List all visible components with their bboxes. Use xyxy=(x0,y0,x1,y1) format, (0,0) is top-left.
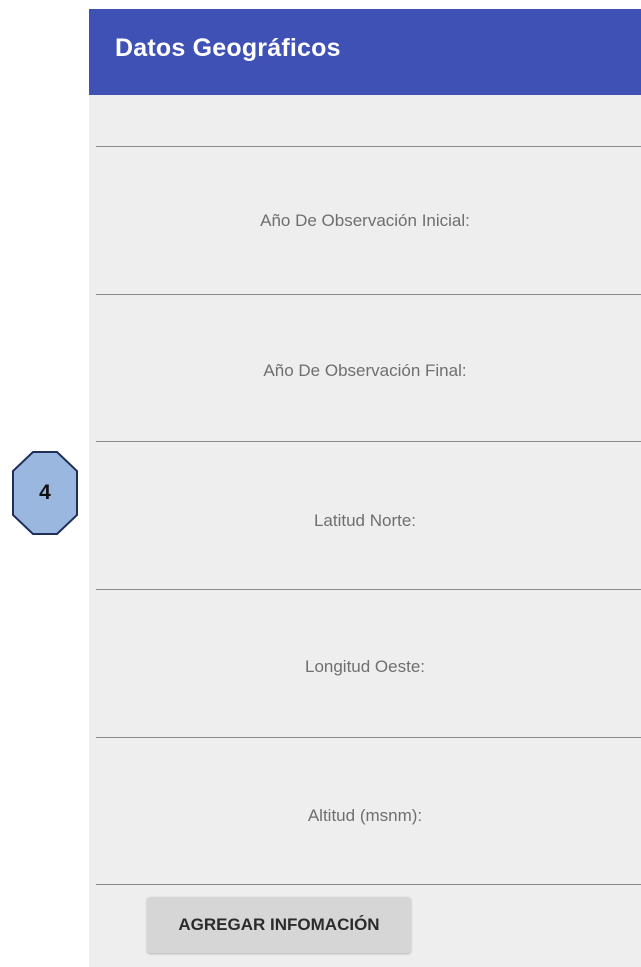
field-divider xyxy=(96,589,641,590)
app-screen: Datos Geográficos Año De Observación Ini… xyxy=(89,9,641,967)
app-bar: Datos Geográficos xyxy=(89,9,641,95)
field-label-altitude[interactable]: Altitud (msnm): xyxy=(89,806,641,826)
screenshot-stage: 4 Datos Geográficos Año De Observación I… xyxy=(0,0,641,967)
field-divider xyxy=(96,441,641,442)
field-divider xyxy=(96,294,641,295)
field-divider xyxy=(96,146,641,147)
add-information-button[interactable]: AGREGAR INFOMACIÓN xyxy=(147,897,411,953)
step-callout-badge: 4 xyxy=(9,449,81,537)
field-label-initial-year[interactable]: Año De Observación Inicial: xyxy=(89,211,641,231)
field-label-final-year[interactable]: Año De Observación Final: xyxy=(89,361,641,381)
field-divider xyxy=(96,737,641,738)
field-label-north-latitude[interactable]: Latitud Norte: xyxy=(89,511,641,531)
page-title: Datos Geográficos xyxy=(115,34,341,62)
field-divider xyxy=(96,884,641,885)
callout-number: 4 xyxy=(39,481,51,504)
field-label-west-longitude[interactable]: Longitud Oeste: xyxy=(89,657,641,677)
